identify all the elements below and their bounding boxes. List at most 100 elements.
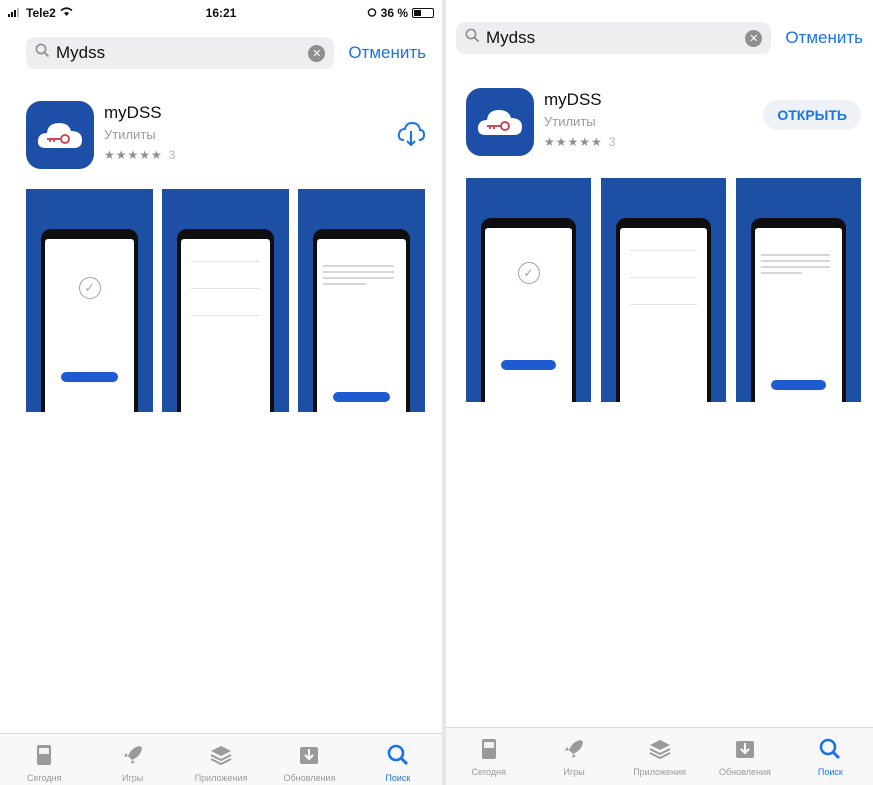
search-field[interactable]: Mydss ✕: [456, 22, 772, 54]
search-field[interactable]: Mydss ✕: [26, 37, 335, 69]
app-result-row[interactable]: myDSS Утилиты ★★★★★ 3: [26, 101, 426, 173]
rating-count: 3: [168, 148, 177, 162]
battery-icon: [412, 8, 434, 18]
search-input[interactable]: Mydss: [56, 43, 302, 63]
app-screenshot-3[interactable]: [736, 178, 861, 402]
screen-text-lines: [323, 265, 394, 289]
screen-button: [333, 392, 390, 402]
screenshot-caption: [474, 188, 583, 202]
screen-divider: [630, 277, 697, 278]
phone-frame: [313, 229, 410, 412]
tab-apps[interactable]: Приложения: [617, 728, 702, 785]
layers-icon: [649, 740, 670, 760]
updates-icon: [735, 741, 754, 758]
magnifier-icon: [465, 28, 480, 48]
rocket-icon: [565, 740, 584, 758]
app-screenshot-2[interactable]: [601, 178, 726, 402]
tab-search[interactable]: Поиск: [354, 734, 442, 785]
app-screenshot-1[interactable]: ✓: [466, 178, 591, 402]
screenshot-gallery[interactable]: ✓: [26, 189, 425, 412]
screen-divider: [191, 288, 260, 289]
screen-divider: [630, 304, 697, 305]
app-screenshot-3[interactable]: [298, 189, 425, 412]
screenshot-caption: [170, 199, 281, 213]
app-name: myDSS: [544, 90, 602, 109]
phone-frame: ✓: [481, 218, 576, 402]
screen-divider: [191, 315, 260, 316]
tab-apps[interactable]: Приложения: [177, 734, 265, 785]
tab-label: Игры: [563, 767, 585, 777]
rocket-icon: [123, 746, 142, 764]
cancel-button[interactable]: Отменить: [785, 28, 863, 48]
cancel-button[interactable]: Отменить: [348, 43, 426, 63]
checkmark-icon: ✓: [517, 262, 540, 284]
tab-label: Сегодня: [471, 767, 506, 777]
today-icon: [481, 739, 496, 759]
clear-search-icon[interactable]: ✕: [745, 29, 763, 47]
app-category: Утилиты: [104, 127, 156, 142]
rating-stars: ★★★★★: [544, 135, 603, 149]
screen-button: [770, 380, 827, 390]
screen-button: [61, 372, 118, 382]
tab-label: Приложения: [633, 767, 686, 777]
left-screenshot-panel: Tele2 16:21 36 % Mydss ✕ Отменить myDSS …: [0, 0, 442, 785]
search-icon: [820, 738, 841, 760]
layers-icon: [210, 746, 232, 766]
app-name: myDSS: [104, 103, 162, 122]
search-input[interactable]: Mydss: [486, 28, 739, 48]
battery-percent: 36 %: [380, 6, 408, 20]
search-icon: [387, 744, 408, 766]
screenshot-caption: [744, 188, 853, 202]
search-bar: Mydss ✕ Отменить: [26, 37, 426, 69]
alarm-icon: [367, 6, 377, 20]
phone-frame: [177, 229, 274, 412]
tab-today[interactable]: Сегодня: [0, 734, 88, 785]
app-icon[interactable]: [466, 88, 534, 156]
tab-label: Обновления: [719, 767, 771, 777]
tab-games[interactable]: Игры: [88, 734, 176, 785]
open-button[interactable]: ОТКРЫТЬ: [763, 100, 861, 130]
phone-frame: [616, 218, 711, 402]
app-result-row[interactable]: myDSS Утилиты ★★★★★ 3 ОТКРЫТЬ: [466, 88, 861, 160]
tab-updates[interactable]: Обновления: [702, 728, 787, 785]
phone-screen: [317, 239, 406, 412]
updates-icon: [300, 747, 319, 764]
phone-screen: ✓: [485, 228, 572, 402]
phone-screen: [755, 228, 842, 402]
screen-divider: [191, 261, 260, 262]
tab-label: Игры: [121, 773, 144, 783]
tab-today[interactable]: Сегодня: [446, 728, 531, 785]
screen-button: [500, 360, 557, 370]
screenshot-caption: [34, 199, 145, 213]
app-screenshot-1[interactable]: ✓: [26, 189, 153, 412]
phone-frame: [751, 218, 846, 402]
tab-label: Поиск: [817, 767, 843, 777]
cloud-download-icon[interactable]: [396, 119, 426, 149]
tab-label: Приложения: [194, 773, 248, 783]
cloud-key-icon: [477, 110, 522, 135]
tab-label: Обновления: [283, 773, 336, 783]
right-screenshot-panel: Mydss ✕ Отменить myDSS Утилиты ★★★★★ 3 ОТ…: [446, 0, 873, 785]
tab-bar: Сегодня Игры Приложения Обновления Поиск: [0, 733, 442, 785]
tab-search[interactable]: Поиск: [788, 728, 873, 785]
rating-stars: ★★★★★: [104, 148, 163, 162]
clear-search-icon[interactable]: ✕: [308, 44, 326, 62]
today-icon: [37, 745, 52, 765]
app-screenshot-2[interactable]: [162, 189, 289, 412]
rating-count: 3: [608, 135, 617, 149]
phone-screen: [181, 239, 270, 412]
screen-divider: [630, 250, 697, 251]
tab-label: Поиск: [385, 773, 411, 783]
app-icon[interactable]: [26, 101, 94, 169]
app-category: Утилиты: [544, 114, 596, 129]
phone-frame: ✓: [41, 229, 138, 412]
tab-games[interactable]: Игры: [531, 728, 616, 785]
cloud-key-icon: [37, 123, 82, 148]
screen-text-lines: [761, 254, 830, 278]
screenshot-gallery[interactable]: ✓: [466, 178, 861, 402]
screenshot-caption: [306, 199, 417, 213]
magnifier-icon: [35, 43, 50, 63]
tab-bar: Сегодня Игры Приложения Обновления Поиск: [446, 727, 873, 785]
screenshot-caption: [609, 188, 718, 202]
tab-updates[interactable]: Обновления: [265, 734, 353, 785]
